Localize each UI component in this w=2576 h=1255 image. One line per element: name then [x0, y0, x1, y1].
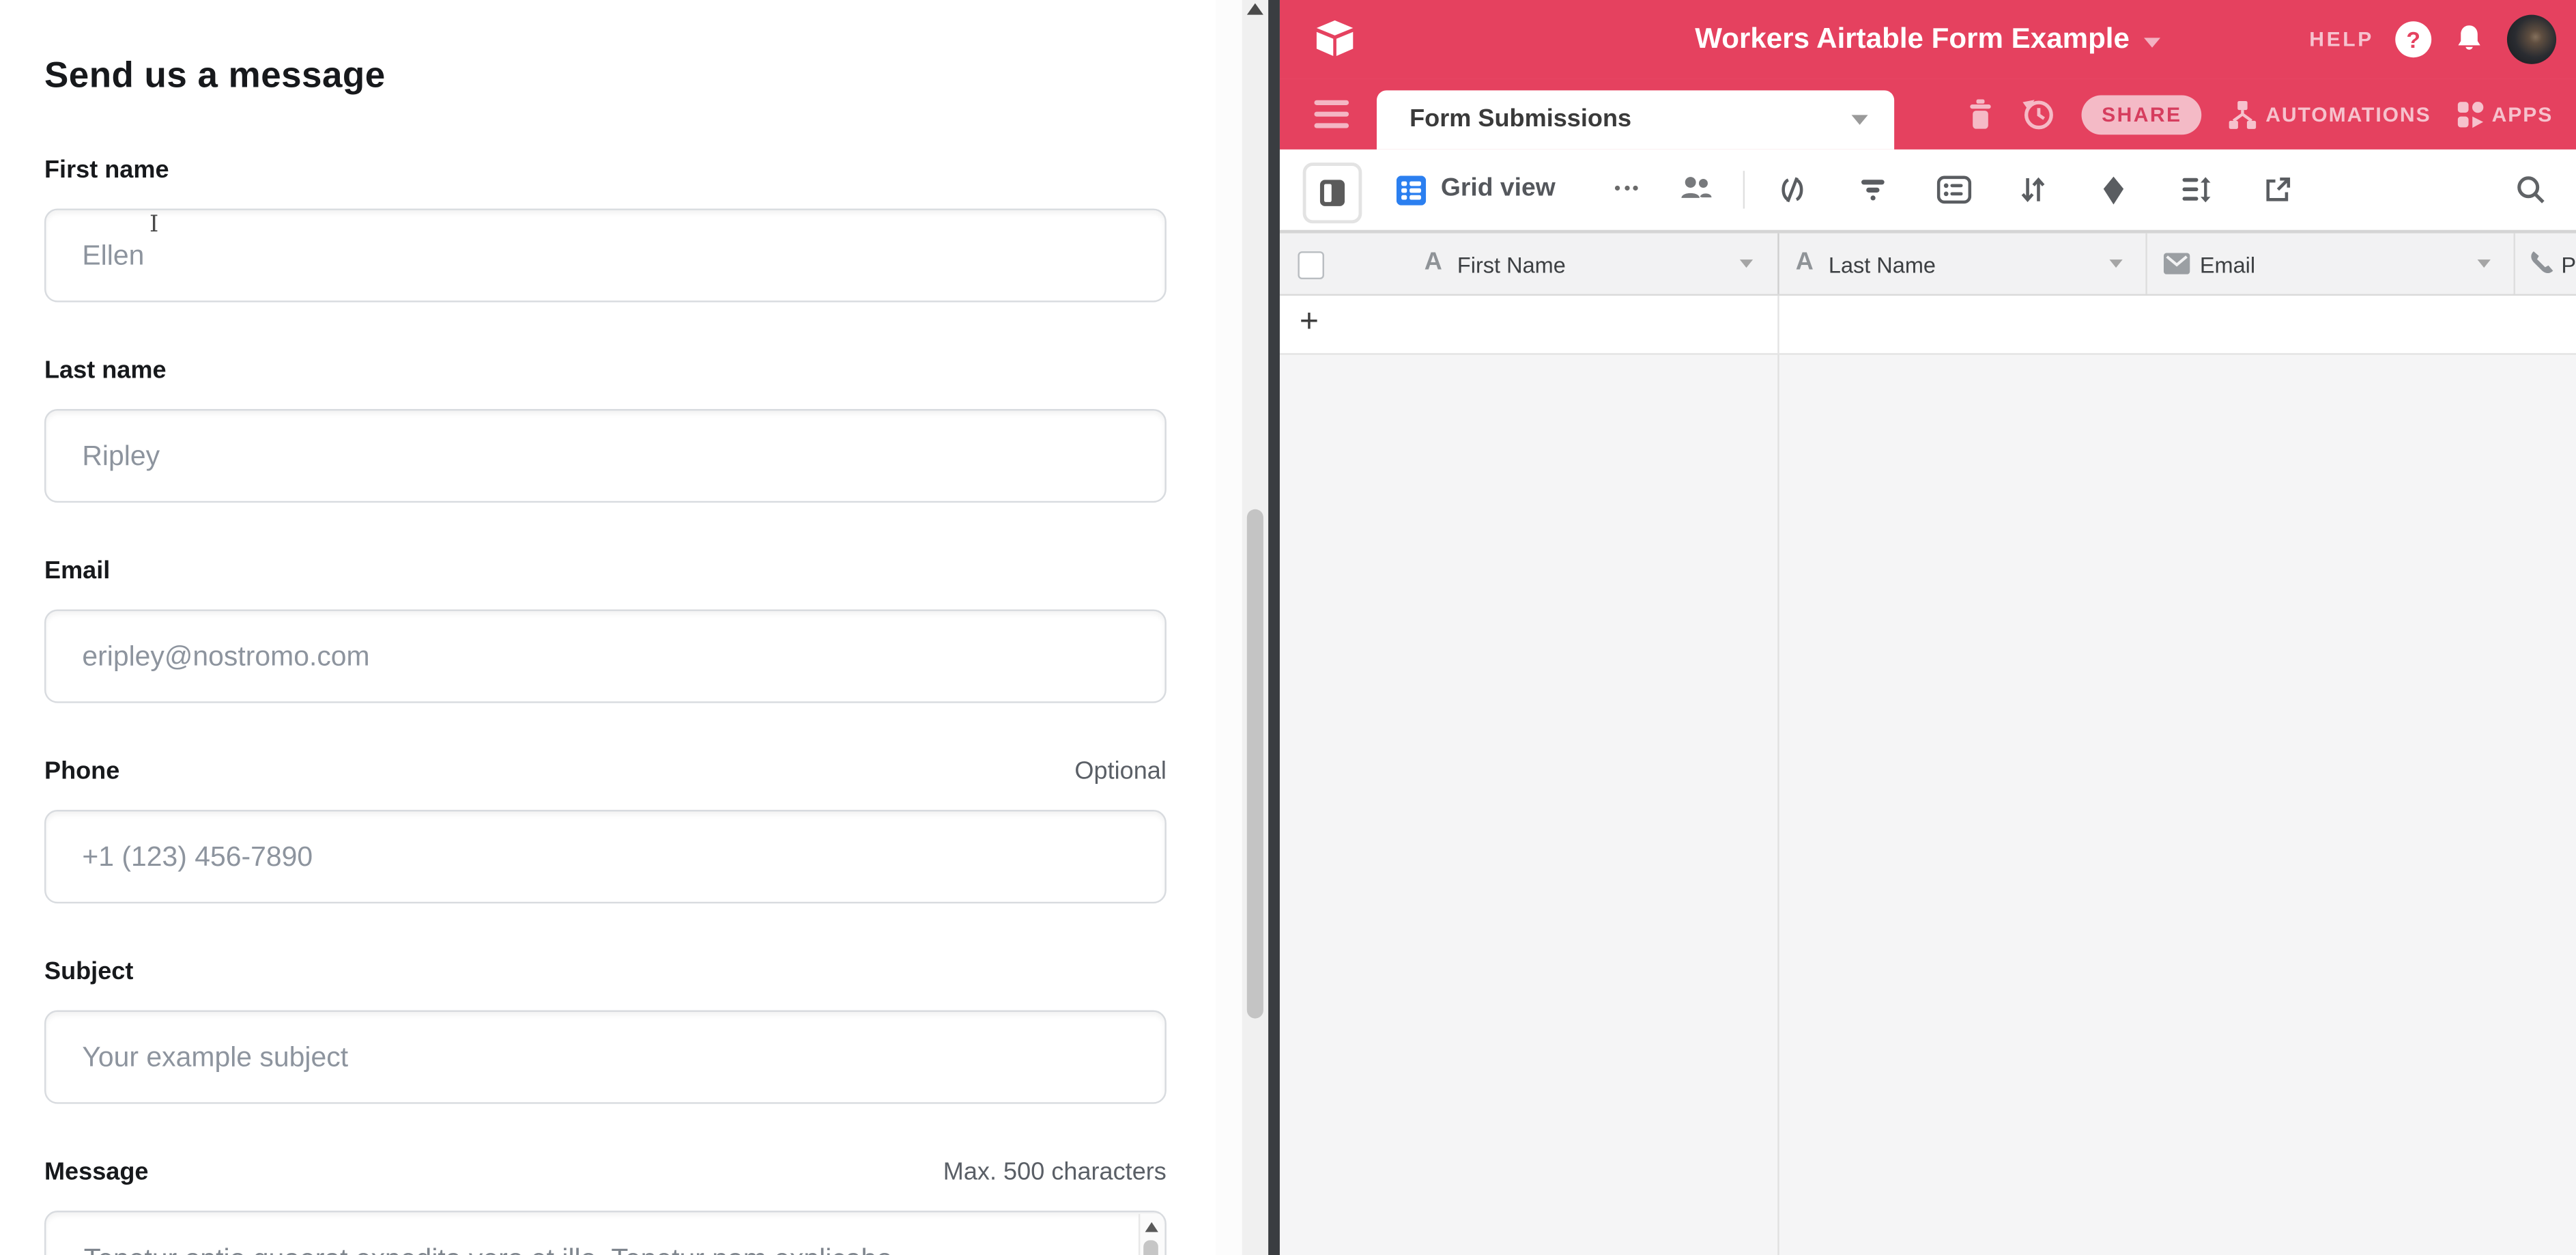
text-field-icon: A — [1425, 248, 1442, 276]
apps-button[interactable]: APPS — [2457, 101, 2553, 127]
color-icon[interactable] — [2101, 175, 2126, 205]
history-icon[interactable] — [2021, 97, 2056, 132]
textarea-scrollbar-thumb[interactable] — [1143, 1240, 1158, 1255]
airtable-pane: Workers Airtable Form Example HELP ? For… — [1280, 0, 2576, 1255]
text-field-icon: A — [1796, 248, 1814, 276]
automations-label: AUTOMATIONS — [2265, 102, 2431, 126]
screenshot-root: Send us a message First name I Last name… — [0, 0, 2576, 1255]
view-toolbar: Grid view — [1280, 150, 2576, 230]
first-name-input[interactable] — [44, 209, 1167, 302]
grid-view-icon[interactable] — [1397, 175, 1426, 205]
bell-icon[interactable] — [2452, 23, 2485, 56]
scrollbar-up-arrow-icon[interactable] — [1247, 3, 1263, 15]
apps-label: APPS — [2492, 102, 2553, 126]
column-header-email[interactable]: Email — [2200, 253, 2255, 277]
base-title-caret-icon — [2145, 38, 2161, 47]
subject-input[interactable] — [44, 1011, 1167, 1104]
column-divider[interactable] — [2145, 234, 2147, 294]
share-button[interactable]: SHARE — [2082, 94, 2201, 134]
contact-form-pane: Send us a message First name I Last name… — [0, 0, 1216, 1255]
form-title: Send us a message — [44, 54, 386, 97]
column-header-phone[interactable]: P — [2561, 253, 2576, 277]
message-textarea[interactable]: Tenetur optio quaerat expedita vero et i… — [44, 1211, 1167, 1255]
page-scrollbar[interactable] — [1242, 0, 1269, 1255]
column-caret-icon[interactable] — [1740, 259, 1753, 268]
textarea-scrollbar[interactable] — [1139, 1214, 1163, 1255]
add-row[interactable]: + — [1280, 296, 2576, 355]
phone-field-icon — [2528, 250, 2555, 276]
scroll-up-icon[interactable] — [1145, 1222, 1158, 1232]
subject-label: Subject — [44, 958, 133, 986]
last-name-label: Last name — [44, 356, 167, 384]
email-field-icon — [2164, 253, 2190, 274]
search-icon[interactable] — [2515, 174, 2547, 206]
user-avatar[interactable] — [2507, 15, 2556, 64]
add-row-plus-icon[interactable]: + — [1300, 304, 1319, 341]
help-circle-icon[interactable]: ? — [2395, 21, 2431, 57]
share-view-icon[interactable] — [2264, 175, 2292, 203]
sort-icon[interactable] — [2019, 175, 2047, 203]
view-name-label[interactable]: Grid view — [1441, 174, 1556, 203]
grid-body — [1280, 355, 2576, 1255]
help-button[interactable]: HELP — [2309, 28, 2374, 51]
row-height-icon[interactable] — [2181, 175, 2211, 203]
column-header-first-name[interactable]: First Name — [1457, 253, 1566, 277]
collaborators-icon[interactable] — [1679, 174, 1714, 202]
grid-header-row: A First Name A Last Name Email — [1280, 230, 2576, 296]
select-all-checkbox[interactable] — [1298, 251, 1324, 279]
table-tab-label: Form Submissions — [1409, 105, 1631, 133]
hamburger-menu-icon[interactable] — [1315, 100, 1349, 128]
column-divider — [1777, 355, 1779, 1255]
column-header-last-name[interactable]: Last Name — [1829, 253, 1936, 277]
column-caret-icon[interactable] — [2109, 259, 2122, 268]
column-divider[interactable] — [1777, 234, 1779, 294]
airtable-tab-bar: Form Submissions — [1280, 79, 2576, 149]
message-max-note: Max. 500 characters — [44, 1158, 1167, 1186]
text-cursor-icon: I — [149, 212, 158, 238]
message-text: Tenetur optio quaerat expedita vero et i… — [84, 1243, 892, 1255]
trash-icon[interactable] — [1967, 98, 1995, 130]
group-icon[interactable] — [1937, 175, 1972, 203]
column-divider — [1777, 296, 1779, 353]
table-tab-caret-icon[interactable] — [1852, 115, 1868, 124]
panel-icon — [1319, 179, 1346, 207]
toolbar-divider — [1743, 171, 1745, 208]
column-caret-icon[interactable] — [2478, 259, 2491, 268]
form-pane-gutter — [1216, 0, 1242, 1255]
filter-icon[interactable] — [1858, 175, 1887, 203]
table-tab-form-submissions[interactable]: Form Submissions — [1377, 90, 1894, 150]
view-options-ellipsis-icon[interactable] — [1615, 186, 1651, 191]
phone-optional-note: Optional — [44, 757, 1167, 785]
page-scrollbar-thumb[interactable] — [1247, 509, 1263, 1019]
pane-divider — [1268, 0, 1280, 1255]
automations-button[interactable]: AUTOMATIONS — [2228, 100, 2431, 129]
first-name-label: First name — [44, 156, 169, 184]
column-divider[interactable] — [2514, 234, 2515, 294]
last-name-input[interactable] — [44, 409, 1167, 503]
email-label: Email — [44, 557, 110, 585]
email-input[interactable] — [44, 610, 1167, 703]
hide-fields-icon[interactable] — [1776, 175, 1809, 203]
phone-input[interactable] — [44, 810, 1167, 903]
sidebar-toggle-button[interactable] — [1303, 163, 1362, 223]
airtable-top-bar: Workers Airtable Form Example HELP ? — [1280, 0, 2576, 79]
